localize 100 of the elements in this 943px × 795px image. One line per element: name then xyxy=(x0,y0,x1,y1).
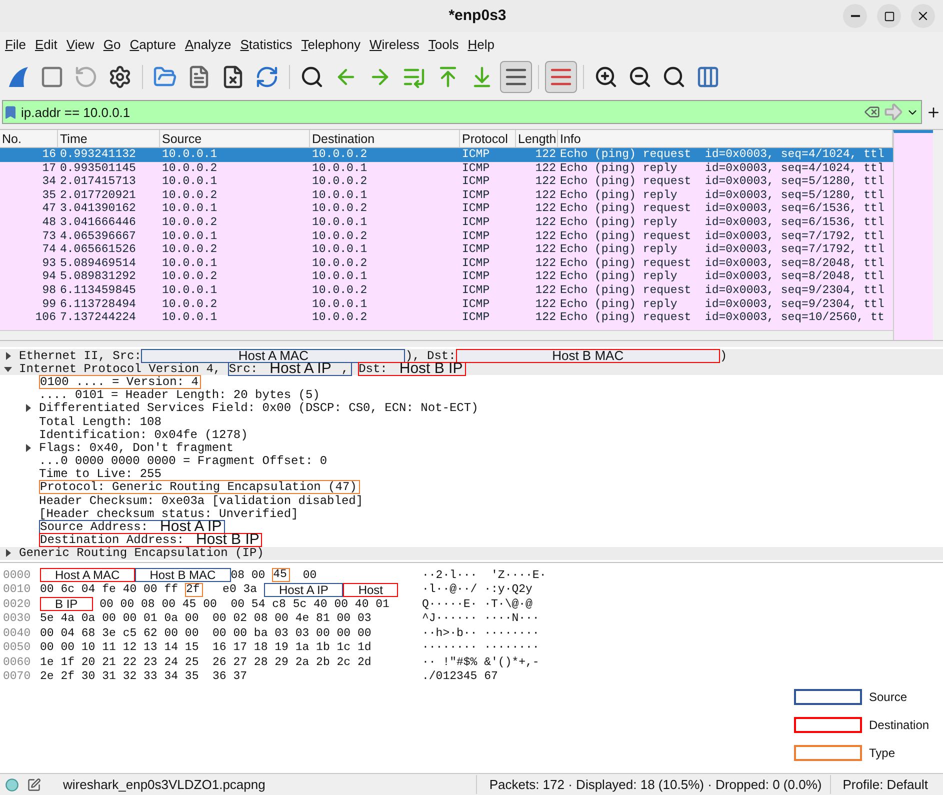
add-button-icon[interactable] xyxy=(926,104,941,120)
table-cell: ICMP xyxy=(462,298,490,311)
restart-icon xyxy=(74,65,98,89)
ascii-text: Q·····E· ·T·\@·@ xyxy=(421,596,532,613)
ascii-text: ·l··@··/ ·:y·Q2y xyxy=(421,582,532,598)
table-cell: 10.0.0.2 xyxy=(162,216,218,229)
masked-value: B IP xyxy=(40,597,93,612)
maximize-button[interactable] xyxy=(877,4,901,28)
column-header[interactable]: No. xyxy=(0,130,58,147)
table-cell: Echo (ping) reply id=0x0003, seq=4/1024, ttl xyxy=(560,162,884,175)
field-text: Time to Live: 255 xyxy=(39,466,162,482)
column-header[interactable]: Time xyxy=(58,130,160,147)
close-icon xyxy=(916,9,930,23)
field-text: Internet Protocol Version 4, xyxy=(19,362,222,376)
expander-icon[interactable] xyxy=(4,364,12,373)
byte-offset: 0000 xyxy=(2,568,32,584)
table-cell: ICMP xyxy=(462,256,490,270)
hex-bytes: 08 00 xyxy=(230,568,266,584)
table-cell: 122 xyxy=(535,230,556,243)
expander-icon[interactable] xyxy=(24,404,32,412)
hex-bytes: 00 6c 04 fe 40 00 ff xyxy=(40,582,180,598)
table-cell: 16 xyxy=(42,148,56,161)
column-header[interactable]: Protocol xyxy=(460,130,516,147)
table-cell: ICMP xyxy=(462,243,490,256)
menu-item[interactable]: Wireless xyxy=(370,35,420,55)
column-header[interactable]: Source xyxy=(160,130,310,147)
table-cell: 122 xyxy=(535,243,556,256)
field-text: Total Length: 108 xyxy=(39,414,162,429)
table-cell: 7.137244224 xyxy=(60,311,136,324)
bookmark-icon[interactable] xyxy=(3,104,18,120)
edit-comment-icon[interactable] xyxy=(27,778,41,792)
profile-label[interactable]: Profile: Default xyxy=(830,774,938,794)
menu-item[interactable]: Analyze xyxy=(184,35,232,55)
table-cell: 48 xyxy=(42,216,56,229)
menu-item[interactable]: File xyxy=(5,35,26,55)
menu-item[interactable]: Help xyxy=(468,35,494,55)
table-cell: 122 xyxy=(535,162,556,175)
table-cell: 4.065396667 xyxy=(60,230,136,243)
menu-item[interactable]: View xyxy=(66,35,94,55)
table-cell: 122 xyxy=(535,202,556,216)
ascii-text: ··2·l··· 'Z····E· xyxy=(421,568,546,584)
expander-icon[interactable] xyxy=(24,444,32,452)
hex-bytes: 5e 4a 0a 00 00 01 0a 00 00 02 08 00 4e 81 00 03 xyxy=(40,611,372,628)
minimize-button[interactable] xyxy=(843,4,867,28)
expander-icon[interactable] xyxy=(4,352,12,360)
table-cell: Echo (ping) request id=0x0003, seq=4/1024, ttl xyxy=(560,148,884,161)
search-icon xyxy=(300,65,324,89)
table-cell: 122 xyxy=(535,311,556,324)
clear-icon[interactable] xyxy=(864,104,880,120)
table-cell: 10.0.0.1 xyxy=(162,148,218,161)
table-cell: 2.017720921 xyxy=(60,188,136,202)
table-cell: ICMP xyxy=(462,270,490,284)
table-cell: 94 xyxy=(42,270,56,284)
maximize-icon xyxy=(884,10,894,22)
zoom-out-icon xyxy=(628,65,652,89)
table-cell: 10.0.0.1 xyxy=(162,311,218,324)
expander-icon[interactable] xyxy=(4,549,12,558)
highlighted-field: 45 xyxy=(272,568,290,582)
highlighted-field: Source Address: Host A IP xyxy=(39,520,225,534)
table-cell: 10.0.0.2 xyxy=(312,175,368,188)
table-cell: 122 xyxy=(535,216,556,229)
table-cell: 47 xyxy=(42,202,56,216)
masked-value: Host A IP xyxy=(264,582,344,597)
menu-item[interactable]: Statistics xyxy=(240,35,292,55)
status-indicator-icon xyxy=(5,778,19,792)
filter-bar[interactable]: ip.addr == 10.0.0.1 xyxy=(2,100,922,124)
table-cell: 10.0.0.1 xyxy=(312,188,368,202)
column-header[interactable]: Length xyxy=(516,130,558,147)
hex-bytes: 00 00 08 00 45 00 00 54 c8 5c 40 00 40 01 xyxy=(98,596,390,613)
column-header[interactable]: Destination xyxy=(310,130,460,147)
byte-offset: 0010 xyxy=(2,582,32,598)
hex-bytes: 00 xyxy=(302,568,317,584)
menu-item[interactable]: Capture xyxy=(130,35,176,55)
table-cell: Echo (ping) reply id=0x0003, seq=7/1792, ttl xyxy=(560,243,884,256)
table-cell: 99 xyxy=(42,298,56,311)
menu-item[interactable]: Edit xyxy=(34,35,58,55)
table-cell: Echo (ping) reply id=0x0003, seq=8/2048, ttl xyxy=(560,270,884,284)
masked-value: Host xyxy=(343,582,398,597)
table-cell: ICMP xyxy=(462,202,490,216)
hex-bytes: 1e 1f 20 21 22 23 24 25 26 27 28 29 2a 2b 2c 2d xyxy=(40,654,372,670)
table-cell: 73 xyxy=(42,230,56,243)
table-cell: 93 xyxy=(42,256,56,270)
menu-item[interactable]: Go xyxy=(103,35,121,55)
close-button[interactable] xyxy=(911,4,935,28)
menu-item[interactable]: Telephony xyxy=(301,35,360,55)
table-cell: 122 xyxy=(535,270,556,284)
settings-icon xyxy=(108,65,132,89)
table-cell: 10.0.0.1 xyxy=(312,216,368,229)
packet-row[interactable]: 16 0.993241132 10.0.0.1 10.0.0.2 ICMP 122 Echo (ping) request id=0x0003, seq=4/1024, ttl xyxy=(0,148,893,162)
ascii-text: ·· !"#$% &'()*+,- xyxy=(421,654,540,670)
table-cell: ICMP xyxy=(462,162,490,175)
menu-item[interactable]: Tools xyxy=(428,35,459,55)
table-cell: ICMP xyxy=(462,230,490,243)
byte-offset: 0060 xyxy=(2,654,32,671)
table-cell: 0.993241132 xyxy=(60,148,136,161)
field-text: .... 0101 = Header Length: 20 bytes (5) xyxy=(39,387,320,402)
table-cell: Echo (ping) request id=0x0003, seq=8/2048, ttl xyxy=(560,256,884,270)
table-cell: 74 xyxy=(42,243,56,256)
legend-label: Type xyxy=(869,745,896,762)
table-cell: 122 xyxy=(535,188,556,202)
